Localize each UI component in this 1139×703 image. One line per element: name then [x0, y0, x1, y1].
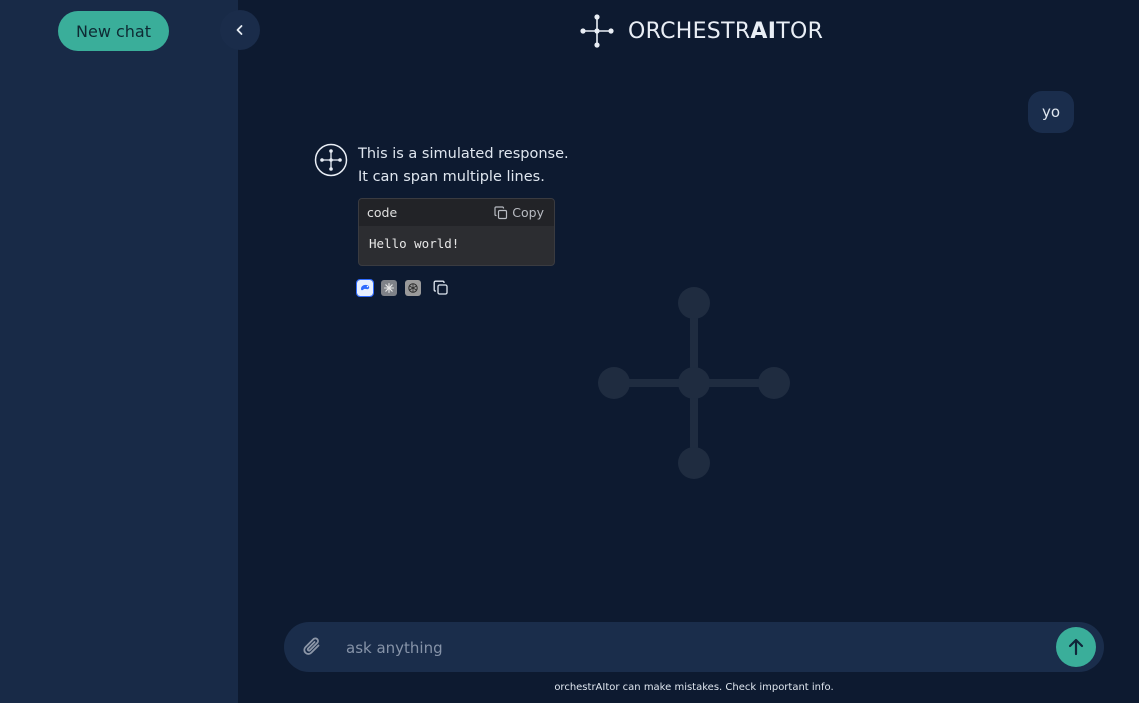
app: New chat ORCHESTRAITOR yo This is a simu… — [0, 0, 1139, 703]
send-button[interactable] — [1056, 627, 1096, 667]
composer — [284, 622, 1104, 674]
chevron-left-icon — [236, 25, 243, 35]
user-message: yo — [1027, 91, 1074, 133]
copy-icon — [494, 205, 508, 219]
disclaimer-text: orchestrAItor can make mistakes. Check i… — [554, 682, 834, 693]
assistant-message-line: It can span multiple lines. — [358, 169, 545, 185]
model-c-icon — [408, 283, 418, 293]
model-b-button[interactable] — [381, 280, 397, 296]
assistant-avatar — [314, 143, 348, 177]
app-logo: ORCHESTRAITOR — [580, 14, 823, 48]
background-logo-watermark-icon — [598, 287, 790, 479]
assistant-message: This is a simulated response. It can spa… — [358, 143, 598, 189]
user-message-text: yo — [1041, 103, 1060, 121]
code-block-header: code Copy — [359, 199, 554, 226]
prompt-input[interactable] — [344, 622, 1028, 674]
model-a-icon — [361, 284, 370, 291]
collapse-sidebar-button[interactable] — [220, 10, 260, 50]
assistant-message-line: This is a simulated response. — [358, 146, 569, 162]
new-chat-button[interactable]: New chat — [58, 11, 169, 51]
copy-message-button[interactable] — [433, 280, 449, 296]
copy-code-label: Copy — [512, 205, 544, 220]
model-c-button[interactable] — [405, 280, 421, 296]
code-content: Hello world! — [369, 236, 460, 251]
model-b-icon — [383, 282, 395, 294]
copy-icon — [433, 280, 448, 295]
copy-code-button[interactable]: Copy — [494, 205, 544, 220]
paperclip-icon[interactable] — [300, 634, 326, 660]
message-actions — [356, 279, 449, 297]
orchestrator-logo-icon — [580, 14, 614, 48]
sidebar: New chat — [0, 0, 238, 703]
assistant-logo-icon — [314, 143, 348, 177]
arrow-up-icon — [1068, 638, 1084, 656]
code-block: code Copy Hello world! — [358, 198, 555, 266]
model-a-button[interactable] — [356, 279, 374, 297]
app-title: ORCHESTRAITOR — [628, 18, 824, 44]
code-language-label: code — [367, 205, 398, 220]
